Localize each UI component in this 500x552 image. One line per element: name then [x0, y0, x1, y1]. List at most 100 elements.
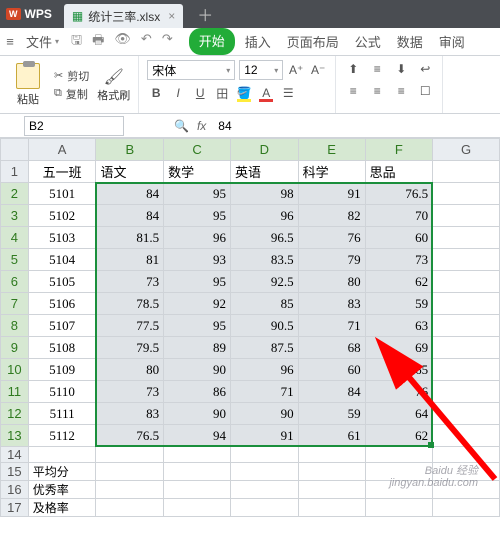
cell-D4[interactable]: 96.5: [231, 227, 299, 249]
cell-B1[interactable]: 语文: [96, 161, 164, 183]
row-head-9[interactable]: 9: [1, 337, 29, 359]
tab-insert[interactable]: 插入: [239, 28, 277, 55]
cell-F3[interactable]: 70: [365, 205, 433, 227]
cell-D9[interactable]: 87.5: [231, 337, 299, 359]
cell-G3[interactable]: [433, 205, 500, 227]
cell-A10[interactable]: 5109: [28, 359, 96, 381]
italic-button[interactable]: I: [169, 84, 187, 102]
cell-G14[interactable]: [433, 447, 500, 463]
cell-E16[interactable]: [298, 481, 365, 499]
cell-B17[interactable]: [96, 499, 164, 517]
preview-icon[interactable]: 👁: [114, 31, 131, 53]
name-box[interactable]: [24, 116, 124, 136]
bold-button[interactable]: B: [147, 84, 165, 102]
cell-F17[interactable]: [365, 499, 433, 517]
cell-B11[interactable]: 73: [96, 381, 164, 403]
align-middle-icon[interactable]: ≡: [368, 60, 386, 78]
cell-G11[interactable]: [433, 381, 500, 403]
row-head-12[interactable]: 12: [1, 403, 29, 425]
print-icon[interactable]: 🖶: [92, 31, 104, 53]
cell-F6[interactable]: 62: [365, 271, 433, 293]
cell-F10[interactable]: 65: [365, 359, 433, 381]
cell-F1[interactable]: 思品: [365, 161, 433, 183]
cell-B15[interactable]: [96, 463, 164, 481]
cell-A4[interactable]: 5103: [28, 227, 96, 249]
cell-B7[interactable]: 78.5: [96, 293, 164, 315]
format-painter-button[interactable]: 🖌 格式刷: [97, 67, 130, 103]
cell-D14[interactable]: [231, 447, 299, 463]
cell-F13[interactable]: 62: [365, 425, 433, 447]
cell-G5[interactable]: [433, 249, 500, 271]
align-right-icon[interactable]: ≡: [392, 82, 410, 100]
cell-C4[interactable]: 96: [164, 227, 231, 249]
cell-B4[interactable]: 81.5: [96, 227, 164, 249]
tab-page-layout[interactable]: 页面布局: [281, 28, 345, 55]
row-head-5[interactable]: 5: [1, 249, 29, 271]
row-head-14[interactable]: 14: [1, 447, 29, 463]
cell-E6[interactable]: 80: [298, 271, 365, 293]
select-all-corner[interactable]: [1, 139, 29, 161]
cell-D3[interactable]: 96: [231, 205, 299, 227]
row-head-16[interactable]: 16: [1, 481, 29, 499]
row-head-4[interactable]: 4: [1, 227, 29, 249]
cell-A15[interactable]: 平均分: [28, 463, 96, 481]
cell-E13[interactable]: 61: [298, 425, 365, 447]
cell-F8[interactable]: 63: [365, 315, 433, 337]
cell-E7[interactable]: 83: [298, 293, 365, 315]
cell-A1[interactable]: 五一班: [28, 161, 96, 183]
cell-C14[interactable]: [164, 447, 231, 463]
col-head-C[interactable]: C: [164, 139, 231, 161]
cut-button[interactable]: 剪切: [54, 68, 89, 84]
cell-A7[interactable]: 5106: [28, 293, 96, 315]
paste-button[interactable]: 粘贴: [8, 63, 48, 107]
cell-A12[interactable]: 5111: [28, 403, 96, 425]
row-head-3[interactable]: 3: [1, 205, 29, 227]
cell-C8[interactable]: 95: [164, 315, 231, 337]
document-tab[interactable]: ▦ 统计三率.xlsx ×: [64, 4, 183, 28]
add-tab-button[interactable]: ＋: [197, 2, 213, 26]
formula-input[interactable]: [214, 119, 334, 133]
underline-button[interactable]: U: [191, 84, 209, 102]
col-head-B[interactable]: B: [96, 139, 164, 161]
cell-A6[interactable]: 5105: [28, 271, 96, 293]
cell-C10[interactable]: 90: [164, 359, 231, 381]
cell-B3[interactable]: 84: [96, 205, 164, 227]
cell-E1[interactable]: 科学: [298, 161, 365, 183]
redo-icon[interactable]: ↷: [162, 31, 173, 53]
cell-G8[interactable]: [433, 315, 500, 337]
cell-G6[interactable]: [433, 271, 500, 293]
cell-A3[interactable]: 5102: [28, 205, 96, 227]
cell-G2[interactable]: [433, 183, 500, 205]
close-icon[interactable]: ×: [168, 9, 175, 23]
col-head-F[interactable]: F: [365, 139, 433, 161]
cell-C11[interactable]: 86: [164, 381, 231, 403]
cell-B8[interactable]: 77.5: [96, 315, 164, 337]
cell-G12[interactable]: [433, 403, 500, 425]
cell-E12[interactable]: 59: [298, 403, 365, 425]
cell-D17[interactable]: [231, 499, 299, 517]
cell-D2[interactable]: 98: [231, 183, 299, 205]
cell-E5[interactable]: 79: [298, 249, 365, 271]
cell-C13[interactable]: 94: [164, 425, 231, 447]
cell-A16[interactable]: 优秀率: [28, 481, 96, 499]
cell-B12[interactable]: 83: [96, 403, 164, 425]
cell-D6[interactable]: 92.5: [231, 271, 299, 293]
cell-F12[interactable]: 64: [365, 403, 433, 425]
cell-D5[interactable]: 83.5: [231, 249, 299, 271]
cell-D15[interactable]: [231, 463, 299, 481]
cell-B5[interactable]: 81: [96, 249, 164, 271]
col-head-G[interactable]: G: [433, 139, 500, 161]
tab-start[interactable]: 开始: [189, 28, 235, 55]
cell-F4[interactable]: 60: [365, 227, 433, 249]
cell-D8[interactable]: 90.5: [231, 315, 299, 337]
merge-button[interactable]: ☰: [279, 84, 297, 102]
cell-F5[interactable]: 73: [365, 249, 433, 271]
cell-C1[interactable]: 数学: [164, 161, 231, 183]
cell-C15[interactable]: [164, 463, 231, 481]
align-center-icon[interactable]: ≡: [368, 82, 386, 100]
copy-button[interactable]: 复制: [54, 86, 89, 102]
cell-F14[interactable]: [365, 447, 433, 463]
cell-B9[interactable]: 79.5: [96, 337, 164, 359]
row-head-6[interactable]: 6: [1, 271, 29, 293]
row-head-13[interactable]: 13: [1, 425, 29, 447]
